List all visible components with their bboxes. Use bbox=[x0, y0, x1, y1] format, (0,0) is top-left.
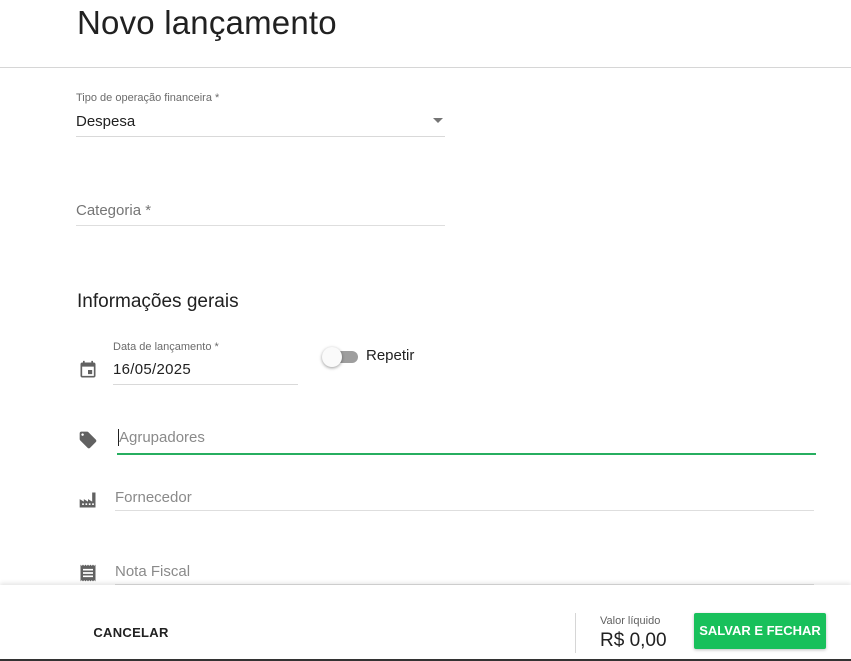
invoice-placeholder: Nota Fiscal bbox=[115, 563, 191, 580]
groupers-placeholder: Agrupadores bbox=[119, 429, 205, 446]
receipt-icon bbox=[80, 564, 96, 582]
page-header: Novo lançamento bbox=[0, 0, 851, 68]
operation-type-value: Despesa bbox=[76, 113, 136, 130]
supplier-input[interactable]: Fornecedor bbox=[115, 486, 814, 511]
repeat-toggle-thumb bbox=[322, 347, 342, 367]
footer-bar: CANCELAR Valor líquido R$ 0,00 SALVAR E … bbox=[0, 585, 851, 661]
repeat-toggle[interactable] bbox=[322, 347, 360, 367]
category-field[interactable]: Categoria * bbox=[76, 198, 445, 226]
page-title: Novo lançamento bbox=[77, 4, 337, 41]
net-value-label: Valor líquido bbox=[600, 615, 661, 627]
category-label: Categoria * bbox=[76, 202, 152, 219]
dropdown-arrow-icon[interactable] bbox=[433, 118, 443, 123]
tag-icon bbox=[79, 431, 97, 449]
new-entry-page: Novo lançamento Tipo de operação finance… bbox=[0, 0, 851, 661]
cancel-button[interactable]: CANCELAR bbox=[84, 619, 178, 647]
entry-date-field[interactable]: Data de lançamento * 16/05/2025 bbox=[113, 340, 298, 385]
save-and-close-button[interactable]: SALVAR E FECHAR bbox=[694, 613, 826, 649]
supplier-placeholder: Fornecedor bbox=[115, 489, 192, 506]
operation-type-label: Tipo de operação financeira * bbox=[76, 92, 220, 104]
groupers-input[interactable]: Agrupadores bbox=[117, 425, 816, 455]
invoice-input[interactable]: Nota Fiscal bbox=[115, 561, 814, 585]
entry-date-label: Data de lançamento * bbox=[113, 341, 219, 353]
calendar-icon bbox=[80, 360, 96, 378]
general-info-heading: Informações gerais bbox=[77, 291, 239, 312]
net-value-amount: R$ 0,00 bbox=[600, 630, 667, 651]
footer-divider bbox=[575, 613, 576, 653]
entry-date-value: 16/05/2025 bbox=[113, 361, 192, 378]
factory-icon bbox=[79, 492, 96, 508]
operation-type-select[interactable]: Tipo de operação financeira * Despesa bbox=[76, 91, 445, 137]
repeat-label: Repetir bbox=[366, 347, 415, 364]
